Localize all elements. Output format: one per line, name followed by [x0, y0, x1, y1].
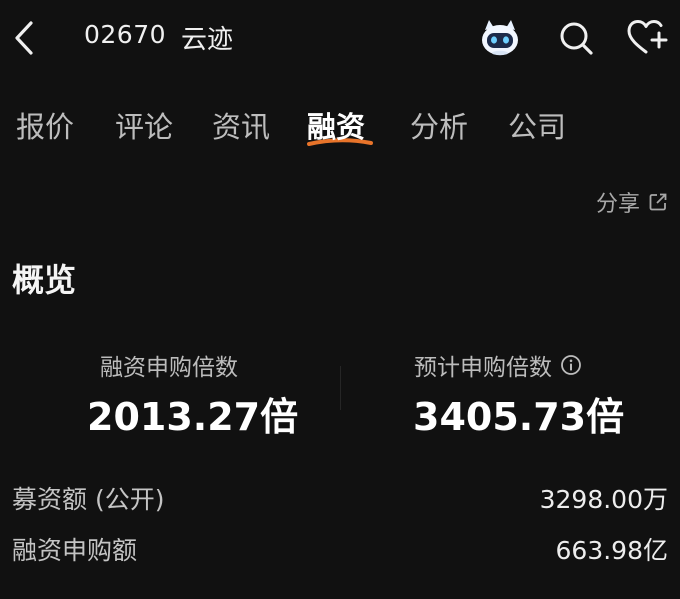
row-value: 3298.00万 [539, 485, 668, 514]
stock-code: 02670 [84, 20, 167, 49]
expected-subscription-multiple-label: 预计申购倍数 [414, 348, 582, 382]
tab-comments[interactable]: 评论 [115, 104, 173, 146]
financing-subscription-amount-row: 融资申购额 663.98亿 [12, 531, 668, 571]
back-icon [15, 21, 33, 55]
info-icon[interactable] [560, 354, 582, 376]
share-icon [649, 193, 667, 211]
fundraising-public-row: 募资额 (公开) 3298.00万 [12, 480, 668, 520]
financing-subscription-multiple-value: 2013.27倍 [87, 395, 299, 439]
tab-analysis[interactable]: 分析 [410, 104, 468, 146]
expected-subscription-multiple-value: 3405.73倍 [413, 395, 625, 439]
tab-quote[interactable]: 报价 [16, 104, 74, 146]
section-tabs: 报价 评论 资讯 融资 分析 公司 [0, 100, 680, 156]
heart-plus-icon [627, 20, 668, 54]
share-button[interactable]: 分享 [596, 186, 668, 218]
share-label: 分享 [595, 192, 640, 217]
stock-name: 云迹 [181, 25, 234, 55]
tab-news[interactable]: 资讯 [212, 104, 270, 146]
stats-divider [340, 366, 341, 410]
tab-financing[interactable]: 融资 [307, 104, 365, 146]
row-value: 663.98亿 [555, 536, 668, 565]
search-button[interactable] [554, 16, 598, 60]
add-watchlist-button[interactable] [626, 16, 670, 60]
row-label: 融资申购额 [12, 536, 138, 565]
robot-mascot-icon [482, 20, 518, 56]
financing-subscription-multiple-label: 融资申购倍数 [100, 348, 238, 382]
robot-assistant-button[interactable] [478, 16, 522, 60]
top-bar: 02670 云迹 [0, 0, 680, 76]
stat-label-text: 预计申购倍数 [414, 355, 552, 381]
back-button[interactable] [6, 18, 42, 58]
stat-label-text: 融资申购倍数 [100, 355, 238, 381]
overview-title: 概览 [12, 261, 77, 299]
tab-company[interactable]: 公司 [508, 104, 566, 146]
search-icon [560, 22, 593, 55]
row-label: 募资额 (公开) [12, 485, 165, 514]
